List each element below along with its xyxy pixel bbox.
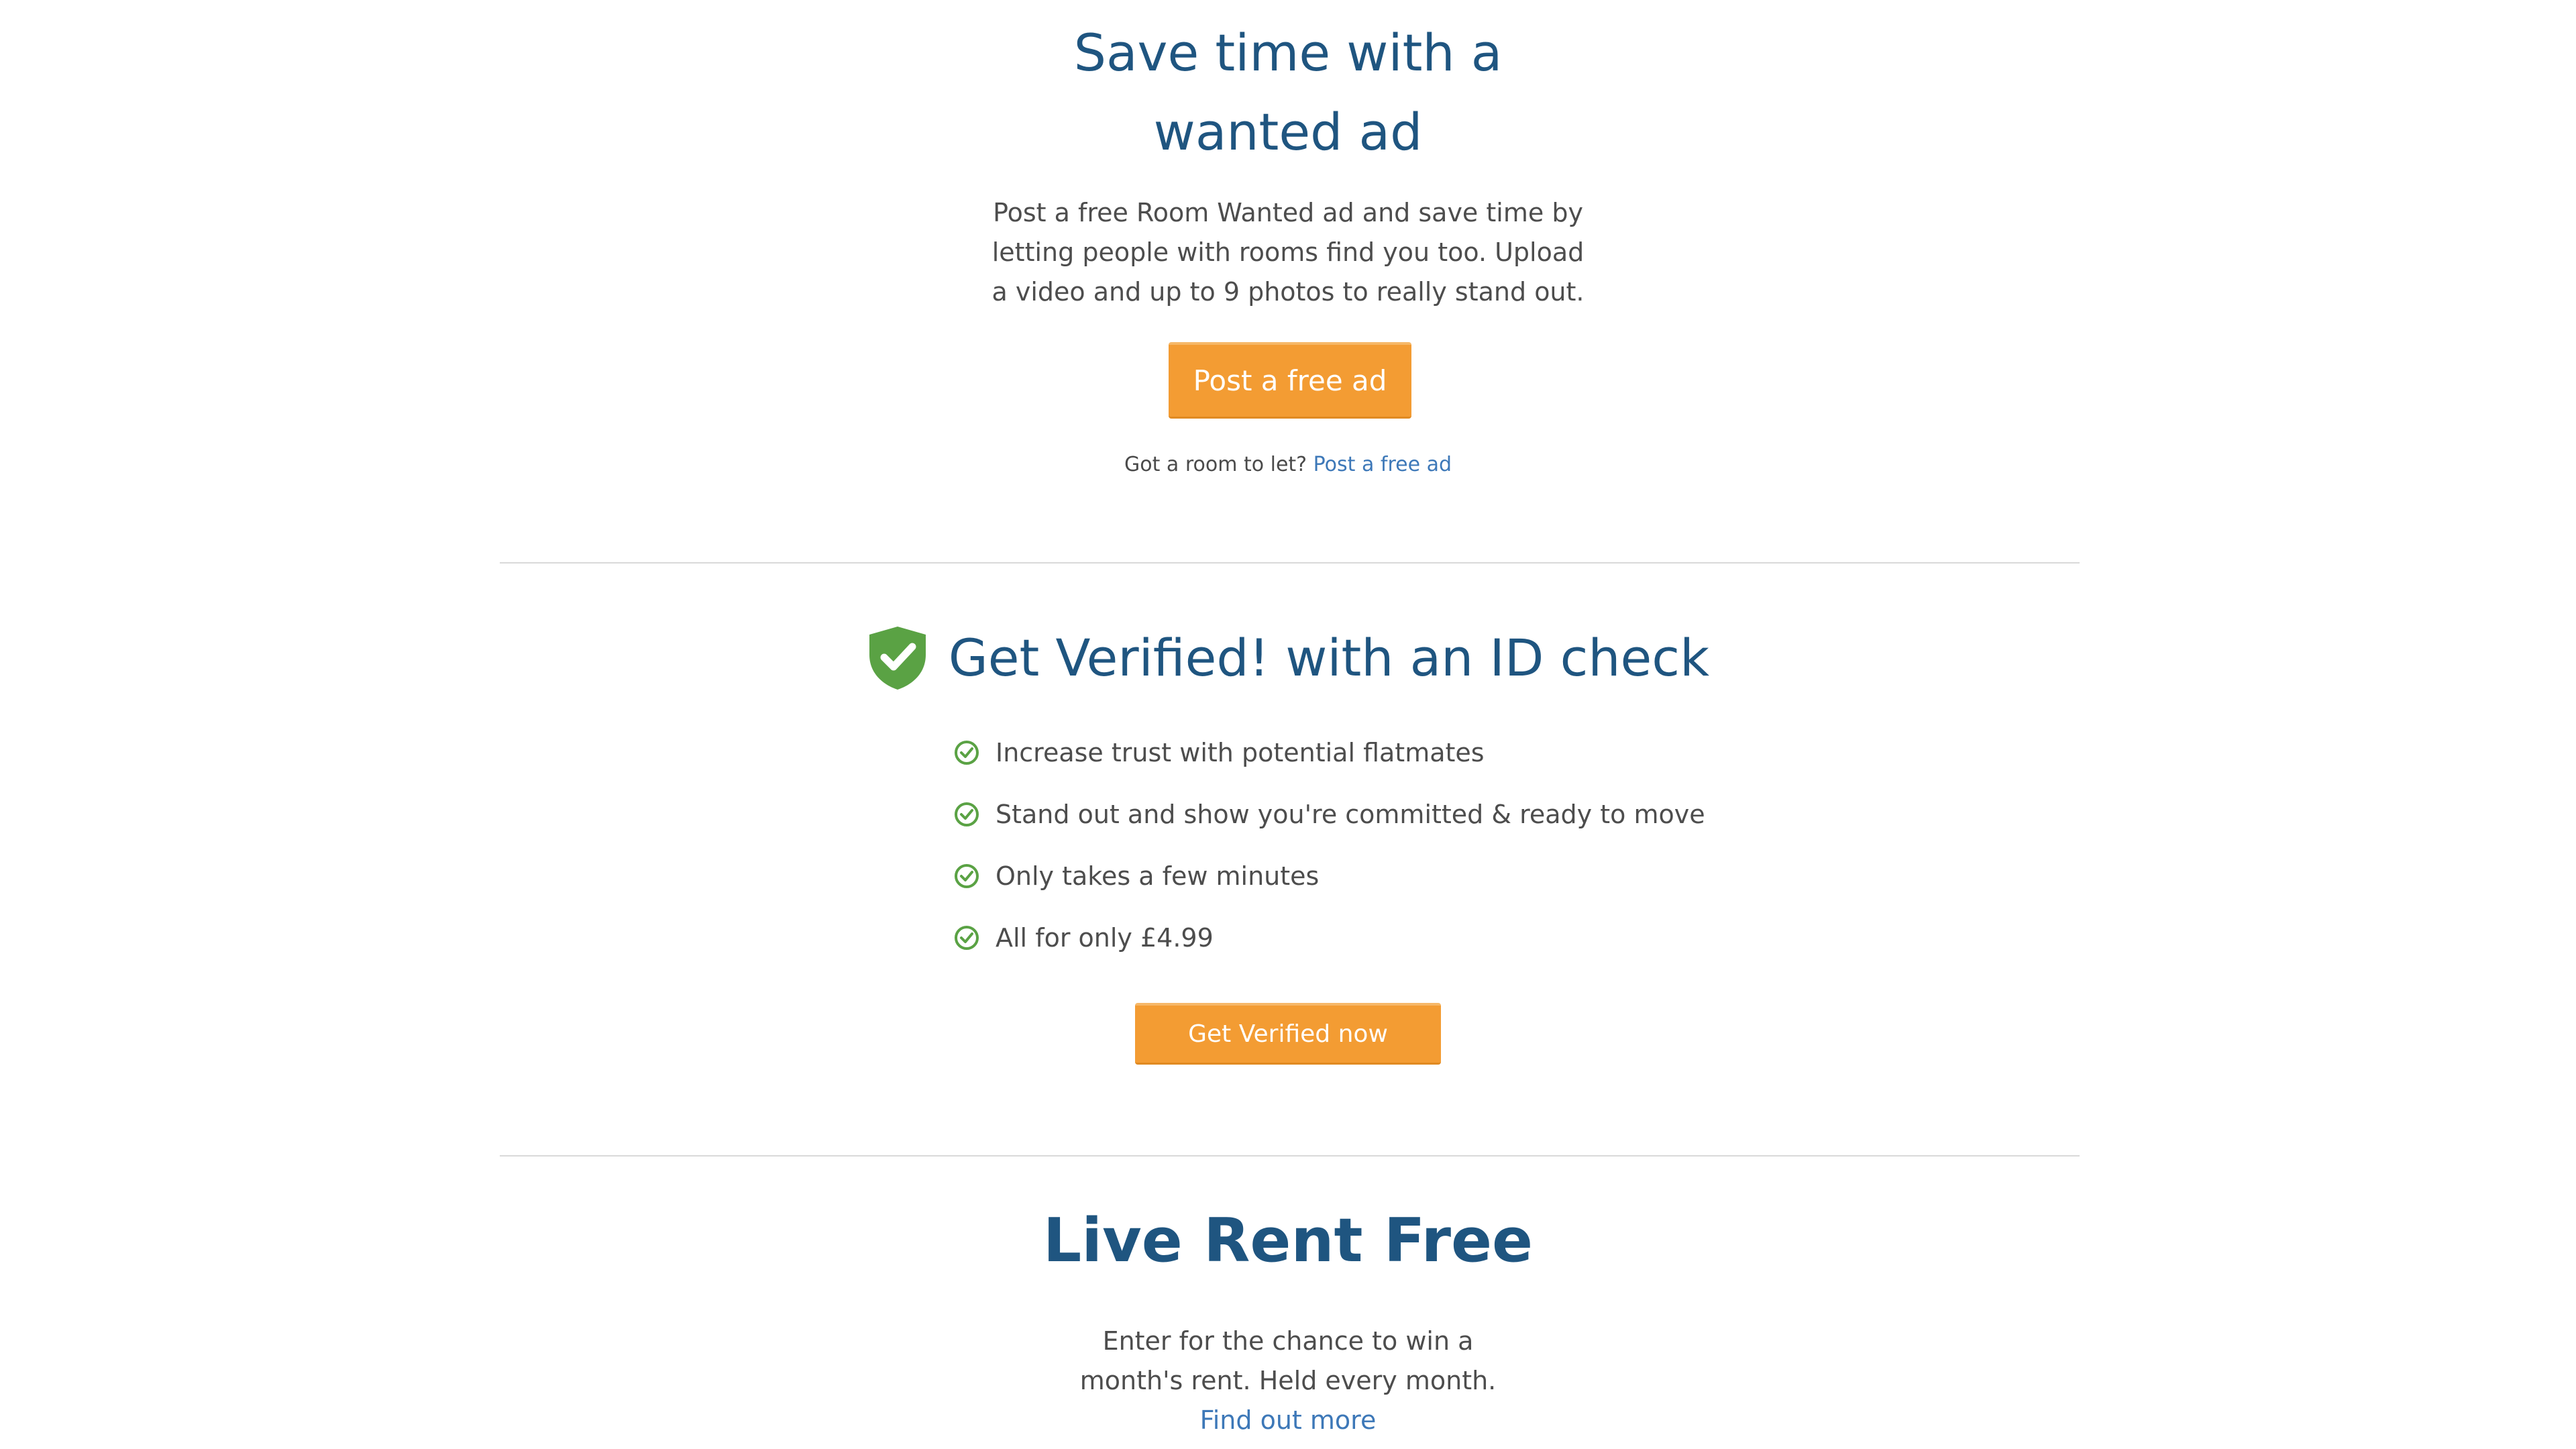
benefit-text: Stand out and show you're committed & re… [996,800,1705,829]
check-circle-icon [955,741,979,765]
rent-free-desc-line2: month's rent. Held every month. [1079,1366,1497,1395]
benefit-text: Only takes a few minutes [996,861,1320,891]
benefit-text: Increase trust with potential flatmates [996,738,1485,767]
get-verified-button[interactable]: Get Verified now [1135,1003,1441,1065]
wanted-ad-title: Save time with a wanted ad [0,13,2576,172]
list-item: Increase trust with potential flatmates [954,722,1705,784]
rent-free-desc-line1: Enter for the chance to win a [1102,1326,1474,1356]
benefit-text: All for only £4.99 [996,923,1214,953]
post-free-ad-button[interactable]: Post a free ad [1169,342,1411,419]
wanted-ad-title-line1: Save time with a [1073,23,1503,83]
wanted-ad-title-line2: wanted ad [1153,102,1423,162]
verified-benefits-list: Increase trust with potential flatmates … [954,722,1705,969]
verified-title: Get Verified! with an ID check [948,628,1710,688]
wanted-ad-description: Post a free Room Wanted ad and save time… [0,193,2576,312]
list-item: Stand out and show you're committed & re… [954,784,1705,845]
list-item: All for only £4.99 [954,907,1705,969]
rent-free-title: Live Rent Free [1042,1205,1534,1276]
check-circle-icon [955,864,979,888]
wanted-ad-desc-line3: a video and up to 9 photos to really sta… [991,277,1585,307]
check-circle-icon [955,802,979,826]
post-free-ad-link[interactable]: Post a free ad [1313,453,1452,476]
verified-heading: Get Verified! with an ID check [0,619,2576,698]
list-item: Only takes a few minutes [954,845,1705,907]
rent-free-description: Enter for the chance to win a month's re… [0,1322,2576,1440]
shield-check-icon [869,627,926,690]
section-divider-1 [500,562,2080,564]
room-to-let-text: Got a room to let? [1124,453,1307,476]
page: Save time with a wanted ad Post a free R… [0,0,2576,1449]
check-circle-icon [955,926,979,950]
wanted-ad-desc-line1: Post a free Room Wanted ad and save time… [993,198,1583,227]
find-out-more-link[interactable]: Find out more [1200,1405,1377,1435]
wanted-ad-desc-line2: letting people with rooms find you too. … [991,237,1585,267]
room-to-let-note: Got a room to let? Post a free ad [0,448,2576,482]
section-divider-2 [500,1155,2080,1157]
